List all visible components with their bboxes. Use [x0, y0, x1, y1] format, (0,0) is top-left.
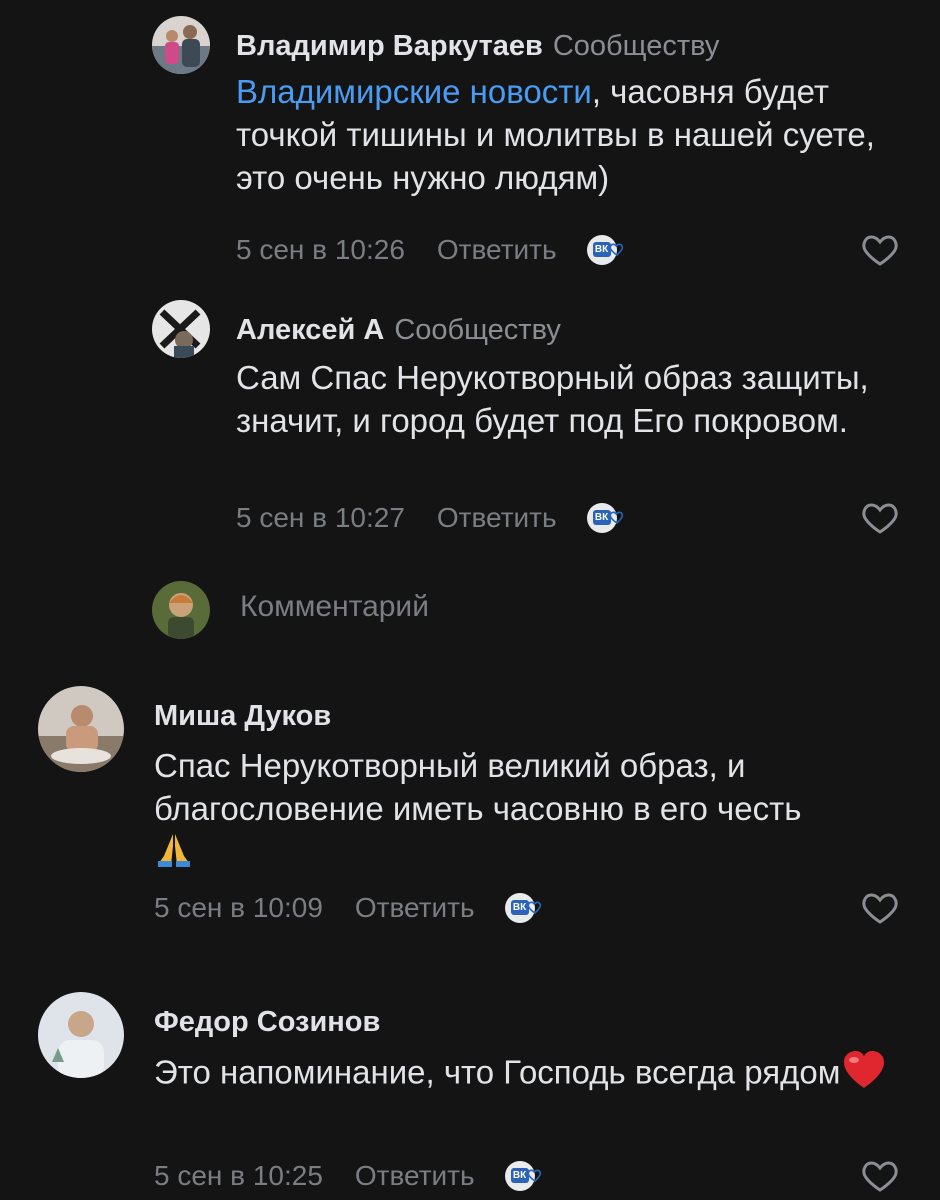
comment-date[interactable]: 5 сен в 10:25 — [154, 1160, 323, 1192]
avatar[interactable] — [152, 16, 210, 74]
folded-hands-icon — [154, 830, 194, 880]
comment-text: Спас Нерукотворный великий образ, и благ… — [154, 744, 900, 880]
comment-reply: Владимир Варкутаев Сообществу Владимирски… — [0, 14, 940, 274]
comment-header: Федор Созинов — [154, 1004, 900, 1040]
avatar[interactable] — [38, 992, 124, 1078]
reply-button[interactable]: Ответить — [355, 1160, 475, 1192]
comment-text-content: Это напоминание, что Господь всегда рядо… — [154, 1053, 841, 1091]
comment-body: Алексей А Сообществу Сам Спас Нерукотворн… — [236, 312, 900, 534]
avatar-photo-icon — [152, 16, 210, 74]
comment-body: Федор Созинов Это напоминание, что Госпо… — [154, 1004, 900, 1192]
comment-body: Миша Дуков Спас Нерукотворный великий об… — [154, 698, 900, 924]
like-heart-icon[interactable] — [860, 498, 900, 538]
reply-button[interactable]: Ответить — [437, 502, 557, 534]
avatar-photo-icon — [38, 686, 124, 772]
author-name[interactable]: Алексей А — [236, 314, 384, 346]
author-name[interactable]: Федор Созинов — [154, 1006, 380, 1038]
comment-composer[interactable]: Комментарий — [0, 578, 940, 642]
comment-text: Владимирские новости, часовня будет точк… — [236, 70, 900, 199]
comment-header: Миша Дуков — [154, 698, 900, 734]
vk-reaction-badge[interactable]: ВК — [504, 891, 549, 925]
avatar-photo-icon — [38, 992, 124, 1078]
comment-body: Владимир Варкутаев Сообществу Владимирски… — [236, 28, 900, 266]
comment-date[interactable]: 5 сен в 10:26 — [236, 234, 405, 266]
like-heart-icon[interactable] — [860, 888, 900, 928]
comment-text: Это напоминание, что Господь всегда рядо… — [154, 1050, 900, 1100]
small-heart-icon — [609, 243, 623, 257]
comment-meta: 5 сен в 10:25 Ответить ВК — [154, 1156, 900, 1196]
comment-text: Сам Спас Нерукотворный образ защиты, зна… — [236, 359, 869, 439]
reply-target[interactable]: Сообществу — [394, 314, 561, 346]
comment-reply: Алексей А Сообществу Сам Спас Нерукотворн… — [0, 298, 940, 558]
author-name[interactable]: Миша Дуков — [154, 700, 331, 732]
comment-text-content: Спас Нерукотворный великий образ, и благ… — [154, 747, 802, 827]
vk-reaction-badge[interactable]: ВК — [586, 501, 631, 535]
comment: Федор Созинов Это напоминание, что Госпо… — [0, 992, 940, 1200]
comment-input[interactable]: Комментарий — [240, 590, 429, 624]
comment-header: Владимир Варкутаев Сообществу — [236, 28, 900, 64]
like-heart-icon[interactable] — [860, 1156, 900, 1196]
author-name[interactable]: Владимир Варкутаев — [236, 30, 543, 62]
comment-date[interactable]: 5 сен в 10:27 — [236, 502, 405, 534]
comment-header: Алексей А Сообществу — [236, 312, 900, 348]
avatar[interactable] — [152, 300, 210, 358]
mention-link[interactable]: Владимирские новости — [236, 73, 592, 110]
comment-meta: 5 сен в 10:09 Ответить ВК — [154, 888, 900, 928]
current-user-avatar — [152, 581, 210, 639]
comment-date[interactable]: 5 сен в 10:09 — [154, 892, 323, 924]
red-heart-icon — [842, 1050, 886, 1100]
small-heart-icon — [527, 1169, 541, 1183]
comment-meta: 5 сен в 10:26 Ответить ВК — [236, 230, 900, 270]
small-heart-icon — [609, 511, 623, 525]
vk-reaction-badge[interactable]: ВК — [504, 1159, 549, 1193]
like-heart-icon[interactable] — [860, 230, 900, 270]
reply-button[interactable]: Ответить — [355, 892, 475, 924]
avatar-photo-icon — [152, 300, 210, 358]
small-heart-icon — [527, 901, 541, 915]
reply-target[interactable]: Сообществу — [553, 30, 720, 62]
comment: Миша Дуков Спас Нерукотворный великий об… — [0, 686, 940, 956]
vk-reaction-badge[interactable]: ВК — [586, 233, 631, 267]
avatar[interactable] — [38, 686, 124, 772]
avatar-photo-icon — [152, 581, 210, 639]
reply-button[interactable]: Ответить — [437, 234, 557, 266]
comment-meta: 5 сен в 10:27 Ответить ВК — [236, 498, 900, 538]
